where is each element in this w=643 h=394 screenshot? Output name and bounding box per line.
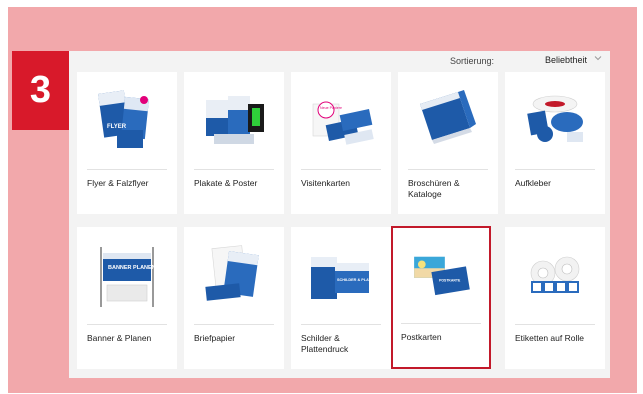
- product-label: Flyer & Falzflyer: [87, 178, 149, 188]
- card-divider: [194, 324, 274, 325]
- svg-text:SCHILDER & PLATTEN: SCHILDER & PLATTEN: [337, 278, 379, 282]
- card-divider: [401, 323, 481, 324]
- product-card-letterhead[interactable]: Briefpapier: [184, 227, 284, 369]
- step-badge: 3: [12, 51, 69, 130]
- card-divider: [515, 169, 595, 170]
- card-divider: [301, 324, 381, 325]
- card-divider: [87, 324, 167, 325]
- product-card-postcards[interactable]: POSTKARTE Postkarten: [391, 226, 491, 369]
- card-divider: [515, 324, 595, 325]
- label-roll-icon: [530, 256, 580, 293]
- business-card-icon: Neue Papiere: [312, 101, 374, 145]
- svg-text:POSTKARTE: POSTKARTE: [439, 279, 461, 283]
- product-label: Postkarten: [401, 332, 442, 342]
- sort-label: Sortierung:: [450, 56, 495, 66]
- brochure-icon: [420, 90, 476, 144]
- sign-icon: SCHILDER & PLATTEN: [311, 257, 379, 299]
- svg-text:BANNER PLANEN: BANNER PLANEN: [108, 265, 156, 271]
- product-label: Schilder & Plattendruck: [301, 333, 349, 354]
- letterhead-icon: [205, 245, 259, 301]
- product-label: Broschüren & Kataloge: [408, 178, 460, 199]
- product-card-business-cards[interactable]: Neue Papiere Visitenkarten: [291, 72, 391, 214]
- sort-select[interactable]: Beliebtheit: [545, 55, 587, 65]
- product-card-banners[interactable]: BANNER PLANEN Banner & Planen: [77, 227, 177, 369]
- product-card-poster[interactable]: Plakate & Poster: [184, 72, 284, 214]
- postcard-icon: POSTKARTE: [414, 256, 470, 296]
- product-category-panel: Sortierung: Beliebtheit FLYER Flyer & Fa…: [69, 51, 610, 378]
- product-card-label-rolls[interactable]: Etiketten auf Rolle: [505, 227, 605, 369]
- product-label: Etiketten auf Rolle: [515, 333, 584, 343]
- flyer-icon: FLYER: [98, 90, 150, 148]
- chevron-down-icon[interactable]: [594, 54, 602, 64]
- card-divider: [301, 169, 381, 170]
- card-divider: [408, 169, 488, 170]
- svg-text:Neue Papiere: Neue Papiere: [320, 106, 342, 110]
- sticker-icon: [527, 95, 583, 142]
- sort-control[interactable]: Sortierung: Beliebtheit: [69, 51, 610, 73]
- product-label: Plakate & Poster: [194, 178, 258, 188]
- product-label: Aufkleber: [515, 178, 551, 188]
- product-label: Visitenkarten: [301, 178, 350, 188]
- card-divider: [87, 169, 167, 170]
- product-card-stickers[interactable]: Aufkleber: [505, 72, 605, 214]
- product-card-brochures[interactable]: Broschüren & Kataloge: [398, 72, 498, 214]
- product-label: Banner & Planen: [87, 333, 152, 343]
- card-divider: [194, 169, 274, 170]
- product-card-flyer[interactable]: FLYER Flyer & Falzflyer: [77, 72, 177, 214]
- poster-icon: [206, 96, 264, 144]
- banner-icon: BANNER PLANEN: [100, 247, 156, 307]
- svg-text:FLYER: FLYER: [107, 124, 127, 130]
- product-label: Briefpapier: [194, 333, 236, 343]
- product-card-signs[interactable]: SCHILDER & PLATTEN Schilder & Plattendru…: [291, 227, 391, 369]
